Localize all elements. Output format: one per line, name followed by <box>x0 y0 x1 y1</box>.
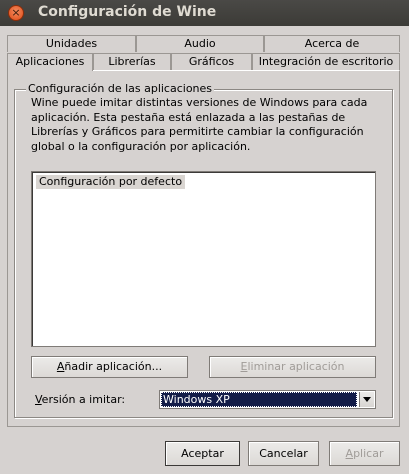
tab-librerias[interactable]: Librerías <box>93 53 171 70</box>
app-list[interactable]: Configuración por defecto <box>31 171 376 347</box>
tab-label: Unidades <box>45 37 98 50</box>
accept-button[interactable]: Aceptar <box>165 441 240 466</box>
selected-version: Windows XP <box>161 392 357 407</box>
windows-version-select[interactable]: Windows XP <box>159 390 376 409</box>
window-title: Configuración de Wine <box>38 4 217 20</box>
button-label: Cancelar <box>259 447 308 460</box>
tab-label: Aplicaciones <box>15 55 85 68</box>
tab-label: Acerca de <box>304 37 360 50</box>
remove-application-button[interactable]: Eliminar aplicación <box>209 356 376 378</box>
mnemonic: V <box>35 393 42 406</box>
tab-label: Librerías <box>108 55 156 68</box>
close-icon[interactable]: × <box>8 5 24 21</box>
tab-graficos[interactable]: Gráficos <box>171 53 252 70</box>
tab-label: Integración de escritorio <box>258 55 394 68</box>
mnemonic: A <box>345 447 354 460</box>
version-label: Versión a imitar: <box>35 393 125 406</box>
tab-aplicaciones[interactable]: Aplicaciones <box>7 53 93 71</box>
tab-unidades[interactable]: Unidades <box>7 35 136 52</box>
chevron-down-icon[interactable] <box>359 392 374 407</box>
button-label: Aceptar <box>181 447 224 460</box>
tab-integracion-escritorio[interactable]: Integración de escritorio <box>252 53 400 70</box>
list-item[interactable]: Configuración por defecto <box>36 175 186 189</box>
button-label: liminar aplicación <box>247 360 345 373</box>
tab-label: Gráficos <box>188 55 235 68</box>
cancel-button[interactable]: Cancelar <box>248 441 319 466</box>
button-label: plicar <box>353 447 384 460</box>
apps-description: Wine puede imitar distintas versiones de… <box>31 96 368 153</box>
tab-audio[interactable]: Audio <box>136 35 264 52</box>
title-bar: × Configuración de Wine <box>0 0 409 26</box>
label-text: ersión a imitar: <box>41 393 126 406</box>
tab-acerca-de[interactable]: Acerca de <box>264 35 400 52</box>
apply-button[interactable]: Aplicar <box>329 441 400 466</box>
tab-label: Audio <box>184 37 216 50</box>
group-label: Configuración de las aplicaciones <box>26 82 215 95</box>
button-label: ñadir aplicación... <box>64 360 163 373</box>
add-application-button[interactable]: Añadir aplicación... <box>31 356 188 378</box>
